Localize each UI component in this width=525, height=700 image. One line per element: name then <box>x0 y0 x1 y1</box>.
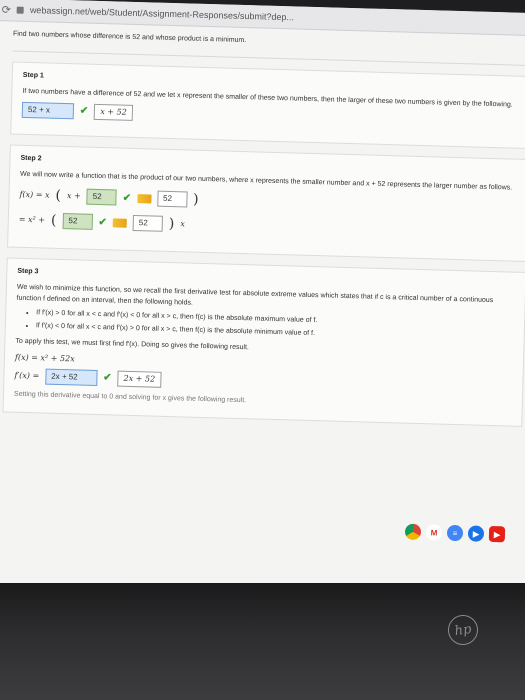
check-icon: ✔ <box>122 192 132 204</box>
pencil-icon <box>112 217 127 228</box>
url-text[interactable]: webassign.net/web/Student/Assignment-Res… <box>30 5 294 22</box>
open-paren: ( <box>50 212 57 229</box>
pencil-icon <box>136 193 152 203</box>
check-icon: ✔ <box>98 216 108 228</box>
correct-answer: 2x + 52 <box>117 370 162 388</box>
check-icon: ✔ <box>103 372 112 384</box>
gmail-icon[interactable]: M <box>425 524 443 541</box>
browser-window: ⟳ webassign.net/web/Student/Assignment-R… <box>0 0 525 599</box>
derivative-label: f′(x) = <box>14 370 40 380</box>
photo-frame: ⟳ webassign.net/web/Student/Assignment-R… <box>0 0 525 700</box>
open-paren: ( <box>55 187 62 204</box>
inner-expression: x + <box>66 191 81 201</box>
expansion-suffix: x <box>180 219 185 229</box>
close-paren: ) <box>168 215 175 232</box>
chrome-icon[interactable] <box>404 523 422 541</box>
answer-input[interactable]: 52 <box>86 188 117 206</box>
docs-icon[interactable]: ≡ <box>446 524 464 542</box>
expansion-prefix: = x² + <box>18 214 46 225</box>
close-paren: ) <box>192 191 199 208</box>
taskbar-dock: M ≡ ▶ ▶ <box>404 523 506 543</box>
step-2: Step 2 We will now write a function that… <box>7 144 525 262</box>
meet-icon[interactable]: ▶ <box>467 525 485 542</box>
correct-answer: 52 <box>156 190 188 208</box>
step-3: Step 3 We wish to minimize this function… <box>2 256 525 427</box>
step-1: Step 1 If two numbers have a difference … <box>10 61 525 149</box>
correct-answer: 52 <box>132 214 164 232</box>
answer-input[interactable]: 2x + 52 <box>45 368 98 386</box>
check-icon: ✔ <box>79 105 89 117</box>
correct-answer: x + 52 <box>94 103 133 121</box>
answer-input[interactable]: 52 <box>62 213 93 230</box>
reload-icon[interactable]: ⟳ <box>2 3 12 16</box>
function-definition: f(x) = x² + 52x <box>14 352 75 363</box>
lock-icon <box>16 6 24 14</box>
laptop-bezel <box>0 583 525 700</box>
function-prefix: f(x) = x <box>19 189 50 200</box>
assignment-content: Find two numbers whose difference is 52 … <box>0 21 525 427</box>
youtube-icon[interactable]: ▶ <box>488 525 506 543</box>
answer-input[interactable]: 52 + x <box>21 101 75 119</box>
